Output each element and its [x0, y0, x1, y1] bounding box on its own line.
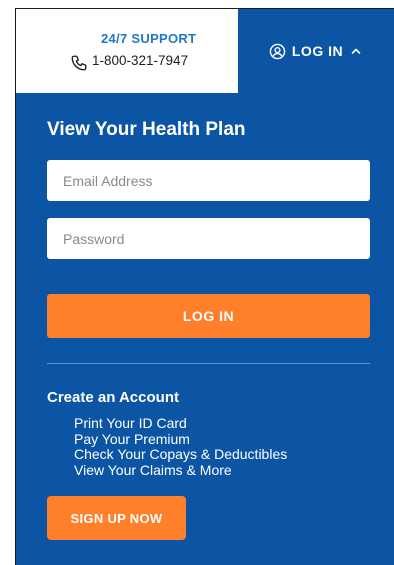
- support-box: 24/7 SUPPORT 1-800-321-7947: [16, 9, 238, 93]
- phone-icon: [71, 55, 87, 71]
- account-benefits-list: Print Your ID Card Pay Your Premium Chec…: [74, 415, 288, 478]
- top-bar: 24/7 SUPPORT 1-800-321-7947 LOG IN: [16, 9, 393, 93]
- list-item: Pay Your Premium: [74, 430, 190, 447]
- create-account-title: Create an Account: [47, 389, 179, 406]
- list-item: View Your Claims & More: [74, 461, 232, 478]
- support-title: 24/7 SUPPORT: [101, 31, 197, 46]
- login-toggle-label: LOG IN: [291, 43, 344, 59]
- login-button[interactable]: LOG IN: [47, 294, 370, 338]
- divider: [47, 363, 370, 364]
- support-phone-link[interactable]: 1-800-321-7947: [92, 53, 188, 68]
- user-circle-icon: [269, 43, 286, 59]
- login-dropdown-panel: 24/7 SUPPORT 1-800-321-7947 LOG IN View …: [15, 8, 394, 565]
- password-input[interactable]: [47, 218, 370, 259]
- panel-title: View Your Health Plan: [47, 119, 246, 140]
- sign-up-button[interactable]: SIGN UP NOW: [47, 496, 186, 540]
- login-toggle-button[interactable]: LOG IN: [238, 9, 393, 93]
- email-input[interactable]: [47, 160, 370, 201]
- chevron-up-icon: [351, 48, 361, 54]
- list-item: Check Your Copays & Deductibles: [74, 446, 288, 462]
- list-item: Print Your ID Card: [74, 415, 187, 431]
